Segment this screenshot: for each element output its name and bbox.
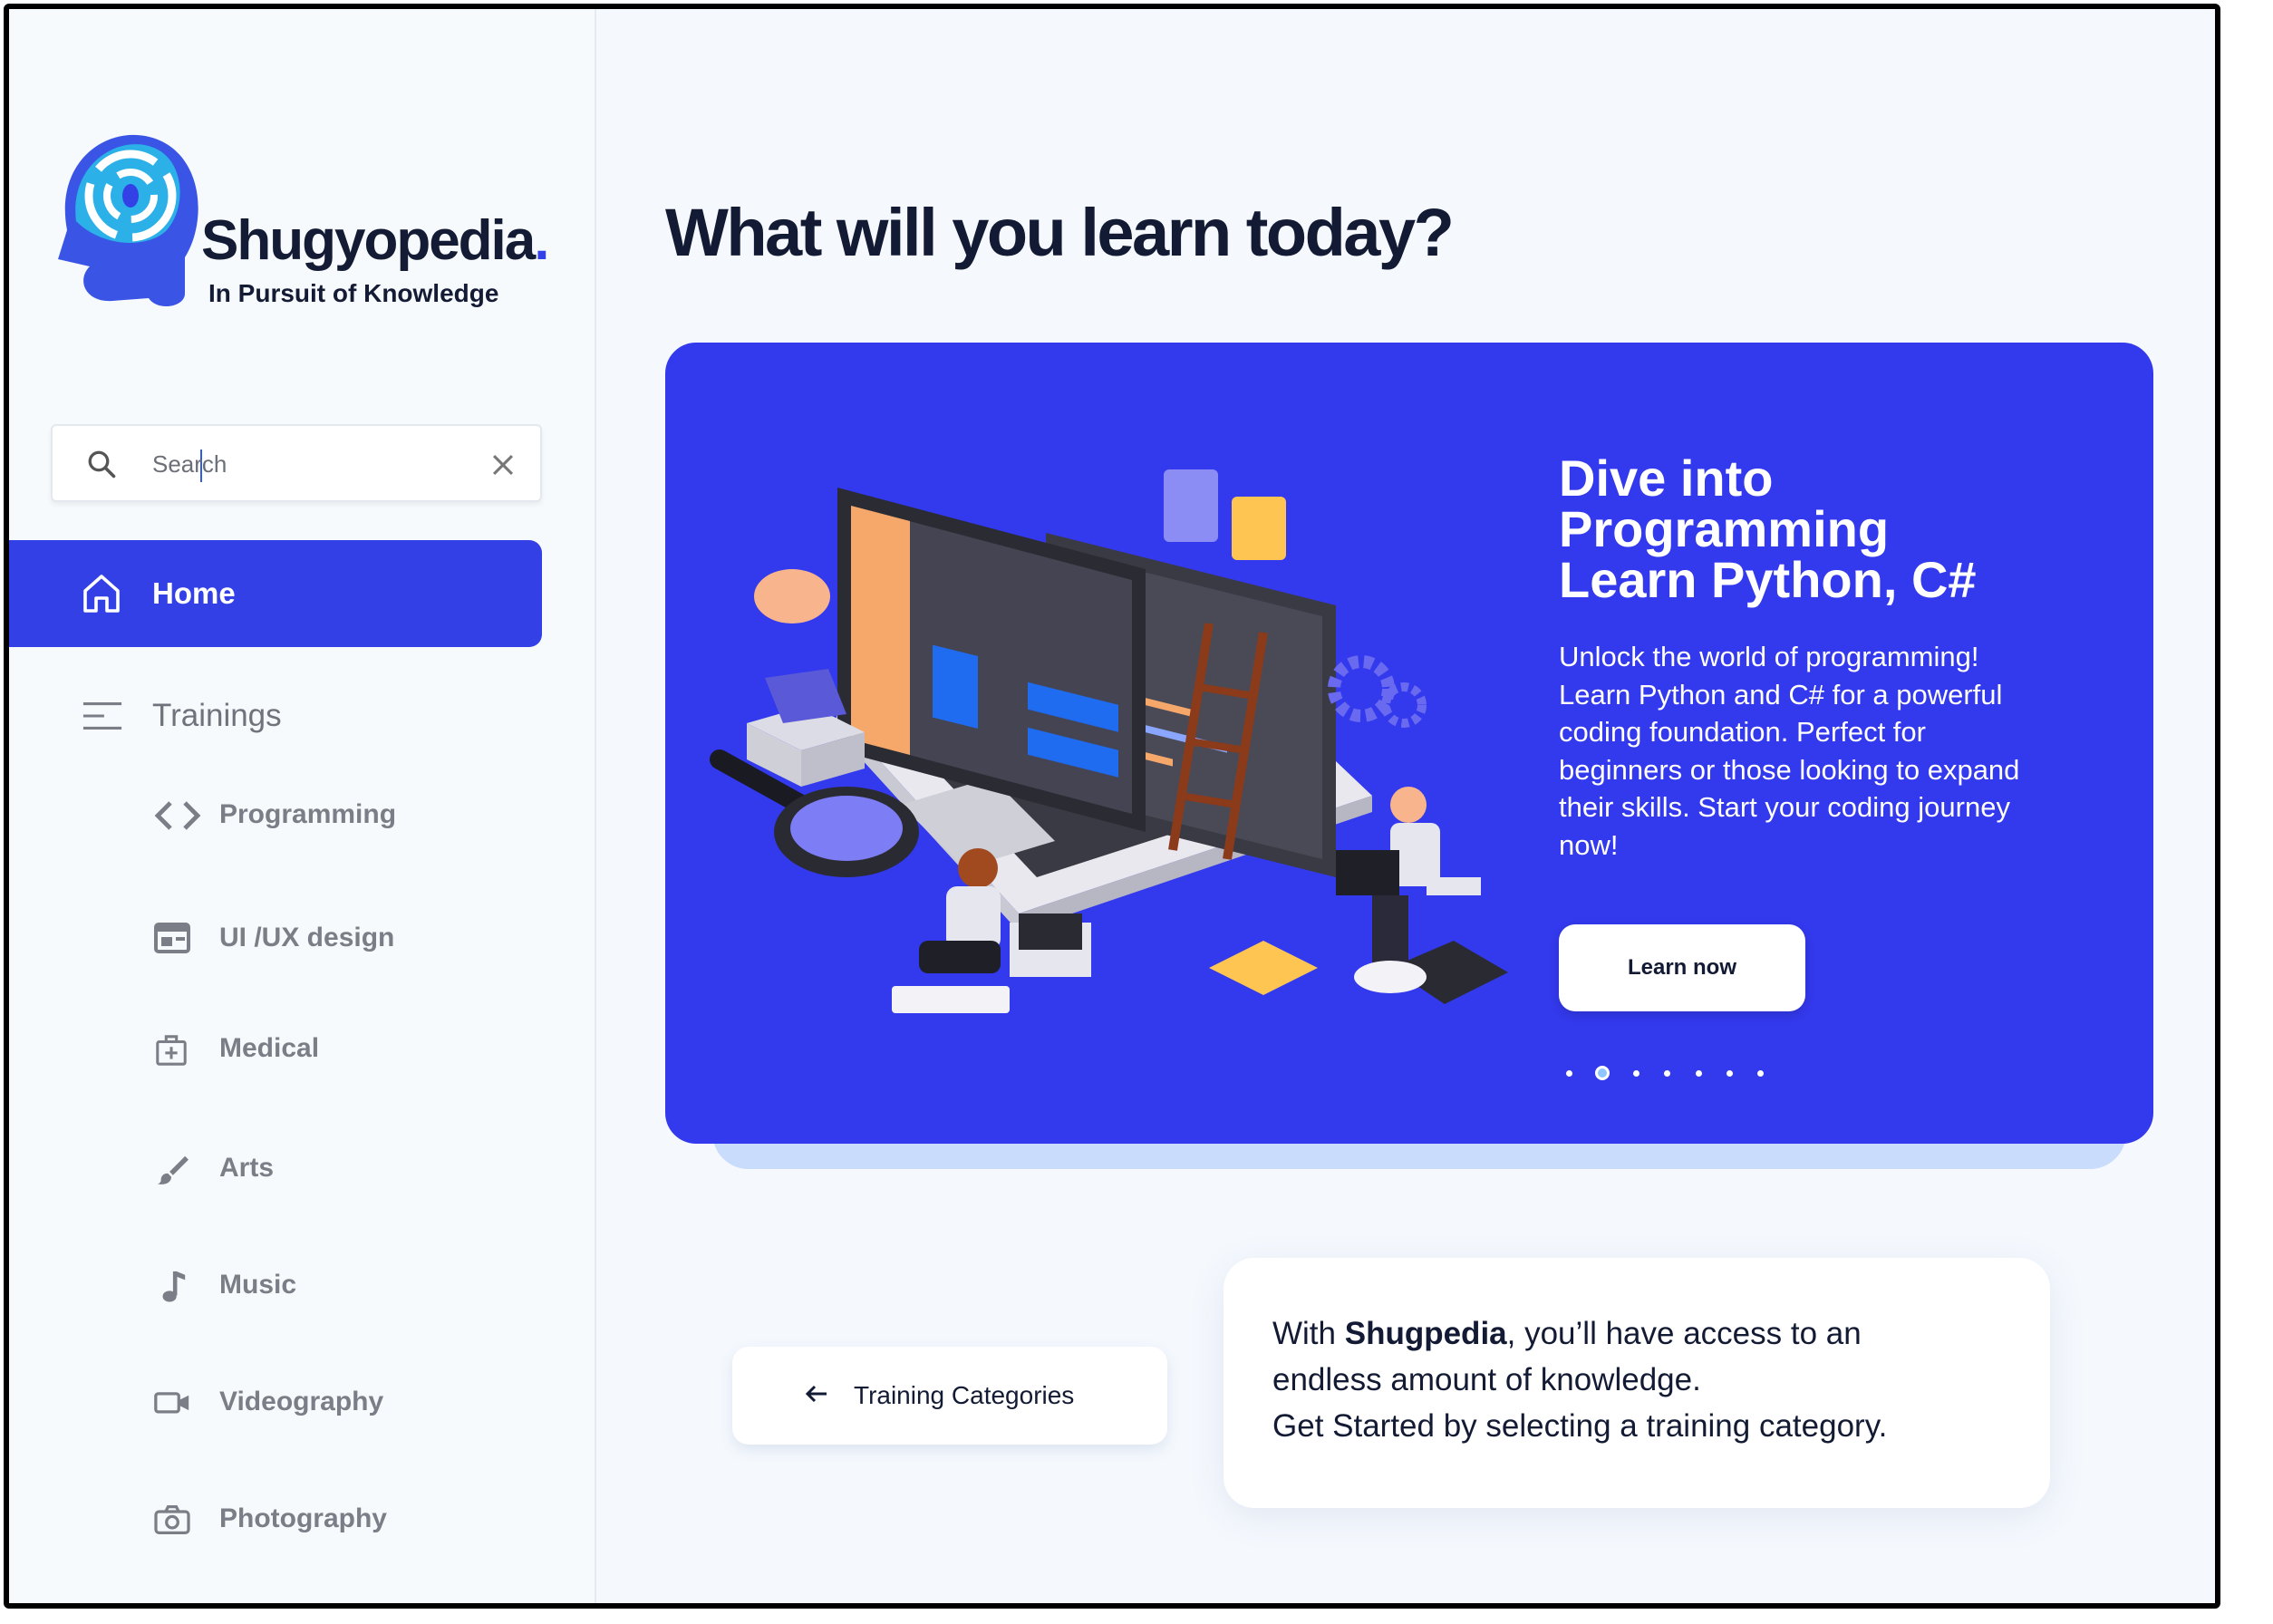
layout-icon (154, 923, 190, 953)
brand-logo[interactable]: Shugyopedia. In Pursuit of Knowledge (49, 121, 556, 321)
carousel-dot-active[interactable] (1595, 1066, 1610, 1080)
music-note-icon (162, 1271, 186, 1302)
sidebar-item-label: UI /UX design (219, 923, 395, 952)
brand-name: Shugyopedia. (201, 209, 550, 272)
app-window: Shugyopedia. In Pursuit of Knowledge Hom… (4, 4, 2220, 1609)
brand-tagline: In Pursuit of Knowledge (208, 279, 499, 307)
sidebar-item-trainings[interactable]: Trainings (9, 680, 542, 752)
programming-illustration (710, 469, 1508, 1013)
code-brackets-icon (154, 801, 201, 830)
brush-icon (157, 1155, 189, 1184)
sidebar-item-label: Trainings (152, 698, 282, 733)
sidebar-item-label: Music (219, 1270, 297, 1300)
info-line-1: With Shugpedia, you’ll have access to an (1272, 1316, 1862, 1351)
search-input[interactable] (152, 444, 460, 484)
info-line-3: Get Started by selecting a training cate… (1272, 1408, 1888, 1444)
hero-title: Dive into Programming Learn Python, C# (1559, 453, 2066, 605)
menu-lines-icon (82, 702, 122, 730)
hero-title-line: Programming (1559, 500, 1890, 557)
sidebar-item-label: Programming (219, 799, 397, 829)
carousel-dot[interactable] (1757, 1070, 1764, 1077)
arrow-left-icon (805, 1385, 827, 1403)
carousel-dot[interactable] (1664, 1070, 1670, 1077)
sidebar-item-arts[interactable]: Arts (145, 1136, 544, 1200)
camera-icon (154, 1504, 190, 1535)
sidebar-item-label: Videography (219, 1387, 384, 1416)
hero-banner: Dive into Programming Learn Python, C# U… (665, 343, 2153, 1144)
hero-title-line: Dive into (1559, 450, 1774, 507)
carousel-dot[interactable] (1566, 1070, 1572, 1077)
sidebar-item-videography[interactable]: Videography (145, 1370, 544, 1434)
carousel-dot[interactable] (1696, 1070, 1702, 1077)
search-icon (88, 450, 116, 478)
carousel-dot[interactable] (1727, 1070, 1733, 1077)
training-categories-button[interactable]: Training Categories (732, 1347, 1167, 1445)
sidebar-item-uiux-design[interactable]: UI /UX design (145, 906, 544, 970)
hero-description: Unlock the world of programming! Learn P… (1559, 641, 2020, 861)
info-line-2: endless amount of knowledge. (1272, 1362, 1701, 1397)
sidebar: Shugyopedia. In Pursuit of Knowledge Hom… (9, 9, 596, 1603)
sidebar-item-label: Arts (219, 1153, 275, 1183)
training-categories-label: Training Categories (854, 1381, 1075, 1409)
learn-now-button[interactable]: Learn now (1559, 924, 1805, 1011)
sidebar-item-home[interactable]: Home (9, 540, 542, 647)
info-card: With Shugpedia, you’ll have access to an… (1224, 1258, 2050, 1508)
medical-kit-icon (156, 1035, 187, 1066)
video-camera-icon (154, 1392, 189, 1414)
sidebar-item-programming[interactable]: Programming (145, 783, 544, 846)
sidebar-item-label: Home (152, 576, 236, 610)
sidebar-item-music[interactable]: Music (145, 1253, 544, 1317)
carousel-dot[interactable] (1633, 1070, 1639, 1077)
home-icon (83, 575, 120, 613)
search-box (51, 424, 542, 502)
sidebar-item-label: Photography (219, 1503, 387, 1533)
brain-head-icon (58, 134, 198, 307)
sidebar-item-photography[interactable]: Photography (145, 1487, 544, 1551)
sidebar-item-medical[interactable]: Medical (145, 1017, 544, 1080)
hero-title-line: Learn Python, C# (1559, 551, 1977, 608)
clear-search-icon[interactable] (488, 450, 518, 480)
page-title: What will you learn today? (665, 195, 1455, 270)
sidebar-item-label: Medical (219, 1033, 320, 1063)
